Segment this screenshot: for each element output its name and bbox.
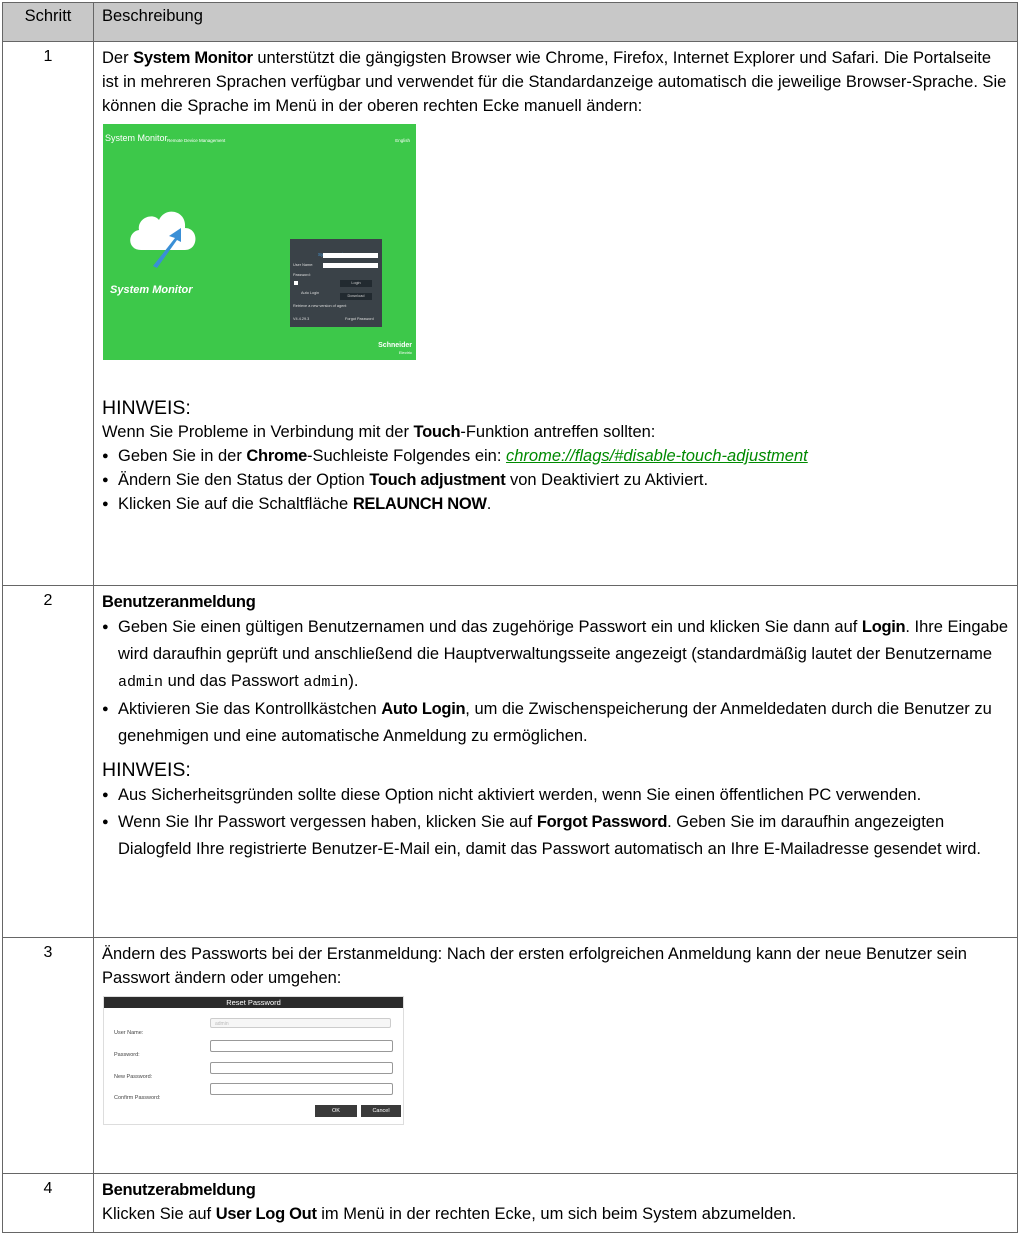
bold-text: RELAUNCH NOW [352, 495, 487, 513]
list-item: Ändern Sie den Status der Option Touch a… [102, 468, 1009, 492]
ok-button[interactable]: OK [315, 1105, 357, 1117]
text: -Funktion antreffen sollten: [460, 423, 656, 441]
text: -Suchleiste Folgendes ein: [306, 447, 506, 465]
text: Der [102, 49, 134, 67]
code-text: admin [118, 674, 164, 691]
step-description: Benutzeranmeldung Geben Sie einen gültig… [93, 585, 1018, 938]
confirm-password-label: Confirm Password: [114, 1095, 161, 1101]
step-number: 4 [2, 1173, 94, 1233]
table-row: 1 Der System Monitor unterstützt die gän… [2, 41, 1018, 586]
user-label: User Name: [114, 1030, 144, 1036]
password-label: Password: [114, 1052, 140, 1058]
logo-text: System Monitor [110, 284, 193, 296]
cancel-button[interactable]: Cancel [361, 1105, 401, 1117]
paragraph: Klicken Sie auf User Log Out im Menü in … [102, 1202, 1009, 1226]
step-description: Benutzerabmeldung Klicken Sie auf User L… [93, 1173, 1018, 1233]
table-row: 4 Benutzerabmeldung Klicken Sie auf User… [2, 1173, 1018, 1233]
table-row: 3 Ändern des Passworts bei der Erstanmel… [2, 937, 1018, 1174]
text: Ändern Sie den Status der Option [118, 471, 370, 489]
bold-text: System Monitor [133, 49, 253, 67]
table-header-row: Schritt Beschreibung [2, 2, 1018, 42]
note-title: HINWEIS: [102, 759, 191, 781]
step-number: 2 [2, 585, 94, 938]
text: von Deaktiviert zu Aktiviert. [505, 471, 709, 489]
bold-text: Auto Login [381, 700, 466, 718]
list-item: Geben Sie in der Chrome-Suchleiste Folge… [102, 444, 1009, 468]
login-panel: System Login User Name: Password: Auto L… [290, 239, 382, 327]
text: Wenn Sie Probleme in Verbindung mit der [102, 423, 414, 441]
list-item: Aus Sicherheitsgründen sollte diese Opti… [102, 782, 1009, 809]
step-number: 3 [2, 937, 94, 1174]
list-item: Klicken Sie auf die Schaltfläche RELAUNC… [102, 492, 1009, 516]
language-menu[interactable]: English [395, 129, 410, 153]
auto-login-checkbox[interactable] [294, 281, 298, 285]
step-title: Benutzeranmeldung [102, 593, 256, 611]
list-item: Geben Sie einen gültigen Benutzernamen u… [102, 614, 1009, 696]
note-list: Aus Sicherheitsgründen sollte diese Opti… [102, 782, 1009, 863]
header-description: Beschreibung [93, 2, 1018, 42]
note-intro: Wenn Sie Probleme in Verbindung mit der … [102, 420, 1009, 444]
list-item: Aktivieren Sie das Kontrollkästchen Auto… [102, 696, 1009, 750]
text: . [486, 495, 492, 513]
app-title: System Monitor [105, 133, 168, 143]
reset-password-screenshot: Reset Password User Name: admin Password… [103, 996, 404, 1125]
text: Geben Sie in der [118, 447, 247, 465]
brand-line: Electric [398, 350, 412, 355]
bold-text: Touch [413, 423, 461, 441]
list-item: Wenn Sie Ihr Passwort vergessen haben, k… [102, 809, 1009, 863]
user-field: admin [210, 1018, 391, 1028]
step-number: 1 [2, 41, 94, 586]
text: Geben Sie einen gültigen Benutzernamen u… [118, 618, 862, 636]
paragraph: Ändern des Passworts bei der Erstanmeldu… [102, 945, 967, 987]
text: ). [348, 672, 359, 690]
bold-text: User Log Out [215, 1205, 317, 1223]
code-text: admin [303, 674, 349, 691]
schneider-logo: Schneider Electric [378, 342, 412, 356]
step-title: Benutzerabmeldung [102, 1181, 256, 1199]
system-monitor-screenshot: System Monitor Remote Device Management … [103, 124, 416, 360]
text: Wenn Sie Ihr Passwort vergessen haben, k… [118, 813, 537, 831]
new-password-field[interactable] [210, 1062, 393, 1074]
table-row: 2 Benutzeranmeldung Geben Sie einen gült… [2, 585, 1018, 938]
user-field[interactable] [323, 253, 378, 258]
app-subtitle: Remote Device Management [167, 138, 226, 143]
paragraph: Der System Monitor unterstützt die gängi… [102, 46, 1009, 118]
brand-line: Schneider [378, 342, 412, 349]
text: Klicken Sie auf [102, 1205, 216, 1223]
bold-text: Touch adjustment [369, 471, 506, 489]
bold-text: Forgot Password [536, 813, 668, 831]
download-button[interactable]: Download [340, 293, 372, 300]
login-button[interactable]: Login [340, 280, 372, 287]
text: Klicken Sie auf die Schaltfläche [118, 495, 353, 513]
forgot-password-link[interactable]: Forgot Password [345, 307, 374, 331]
instruction-list: Geben Sie einen gültigen Benutzernamen u… [102, 614, 1009, 750]
note-title: HINWEIS: [102, 397, 191, 419]
text: im Menü in der rechten Ecke, um sich bei… [316, 1205, 797, 1223]
confirm-password-field[interactable] [210, 1083, 393, 1095]
chrome-flags-link[interactable]: chrome://flags/#disable-touch-adjustment [506, 447, 808, 465]
version-text: V4.4.29.3 [293, 317, 310, 321]
text: Aktivieren Sie das Kontrollkästchen [118, 700, 382, 718]
text: und das Passwort [163, 672, 304, 690]
steps-table: Schritt Beschreibung 1 Der System Monito… [2, 2, 1018, 1233]
bold-text: Login [861, 618, 906, 636]
note-list: Geben Sie in der Chrome-Suchleiste Folge… [102, 444, 1009, 516]
header-step: Schritt [2, 2, 94, 42]
bold-text: Chrome [246, 447, 307, 465]
step-description: Ändern des Passworts bei der Erstanmeldu… [93, 937, 1018, 1174]
step-description: Der System Monitor unterstützt die gängi… [93, 41, 1018, 586]
dialog-header: Reset Password [104, 997, 403, 1008]
password-field[interactable] [210, 1040, 393, 1052]
text: Aus Sicherheitsgründen sollte diese Opti… [118, 786, 922, 804]
password-field[interactable] [323, 263, 378, 268]
cloud-icon [130, 211, 196, 268]
